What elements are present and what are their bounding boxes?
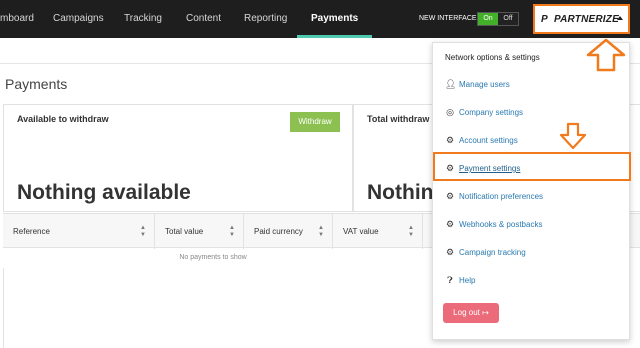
sort-icon[interactable]: ▲ ▼	[229, 225, 235, 239]
toggle-on[interactable]: On	[478, 13, 498, 25]
available-amount: Nothing available	[17, 181, 191, 204]
column-paid-currency[interactable]: Paid currency ▲ ▼	[244, 214, 333, 249]
page-title: Payments	[5, 76, 68, 92]
menu-item-campaign-tracking[interactable]: ⚙ Campaign tracking	[445, 243, 526, 261]
gear-icon: ⚙	[445, 219, 455, 229]
nav-reporting[interactable]: Reporting	[244, 0, 287, 38]
payment-settings-highlight	[433, 152, 631, 181]
column-label: VAT value	[343, 227, 379, 236]
panel-title: Available to withdraw	[17, 114, 109, 124]
menu-item-notification-preferences[interactable]: ⚙ Notification preferences	[445, 187, 543, 205]
gear-icon: ⚙	[445, 135, 455, 145]
menu-item-help[interactable]: ❓︎ Help	[445, 271, 475, 289]
column-reference[interactable]: Reference ▲ ▼	[3, 214, 155, 249]
toggle-off[interactable]: Off	[498, 13, 518, 25]
new-interface-toggle[interactable]: On Off	[477, 12, 519, 26]
column-label: Paid currency	[254, 227, 303, 236]
question-icon: ❓︎	[447, 275, 453, 285]
nav-tracking[interactable]: Tracking	[124, 0, 162, 38]
sort-icon[interactable]: ▲ ▼	[140, 225, 146, 239]
globe-icon: ◎	[446, 107, 454, 117]
menu-item-manage-users[interactable]: 👤︎ Manage users	[445, 75, 510, 93]
total-withdraw-amount: Nothin	[367, 181, 434, 204]
withdraw-button[interactable]: Withdraw	[290, 112, 340, 132]
partnerize-logo-mark: P	[541, 14, 548, 25]
dropdown-header: Network options & settings	[445, 53, 540, 62]
nav-dashboard[interactable]: mboard	[0, 0, 34, 38]
column-label: Total value	[165, 227, 204, 236]
panel-title: Total withdraw	[367, 114, 430, 124]
logout-button[interactable]: Log out ↦	[443, 303, 499, 323]
menu-item-webhooks-postbacks[interactable]: ⚙ Webhooks & postbacks	[445, 215, 543, 233]
nav-payments[interactable]: Payments	[296, 0, 373, 38]
user-icon: 👤︎	[445, 79, 457, 89]
empty-table-message: No payments to show	[179, 254, 247, 261]
sort-icon[interactable]: ▲ ▼	[318, 225, 324, 239]
nav-content[interactable]: Content	[186, 0, 221, 38]
column-vat-value[interactable]: VAT value ▲ ▼	[333, 214, 423, 249]
gear-icon: ⚙	[445, 191, 455, 201]
new-interface-label: NEW INTERFACE	[419, 15, 477, 22]
column-total-value[interactable]: Total value ▲ ▼	[155, 214, 244, 249]
sort-icon[interactable]: ▲ ▼	[408, 225, 414, 239]
nav-campaigns[interactable]: Campaigns	[53, 0, 104, 38]
menu-item-company-settings[interactable]: ◎ Company settings	[445, 103, 523, 121]
up-arrow-annotation	[586, 38, 626, 72]
menu-item-account-settings[interactable]: ⚙ Account settings	[445, 131, 518, 149]
gear-icon: ⚙	[445, 247, 455, 257]
down-arrow-annotation	[559, 122, 587, 150]
column-label: Reference	[13, 227, 50, 236]
settings-dropdown: Network options & settings 👤︎ Manage user…	[432, 42, 630, 340]
caret-up-icon	[617, 16, 623, 20]
top-navigation: mboard Campaigns Tracking Content Report…	[0, 0, 640, 38]
partnerize-logo: PARTNERIZE	[554, 14, 619, 25]
brand-menu-button[interactable]: P PARTNERIZE	[533, 4, 630, 34]
